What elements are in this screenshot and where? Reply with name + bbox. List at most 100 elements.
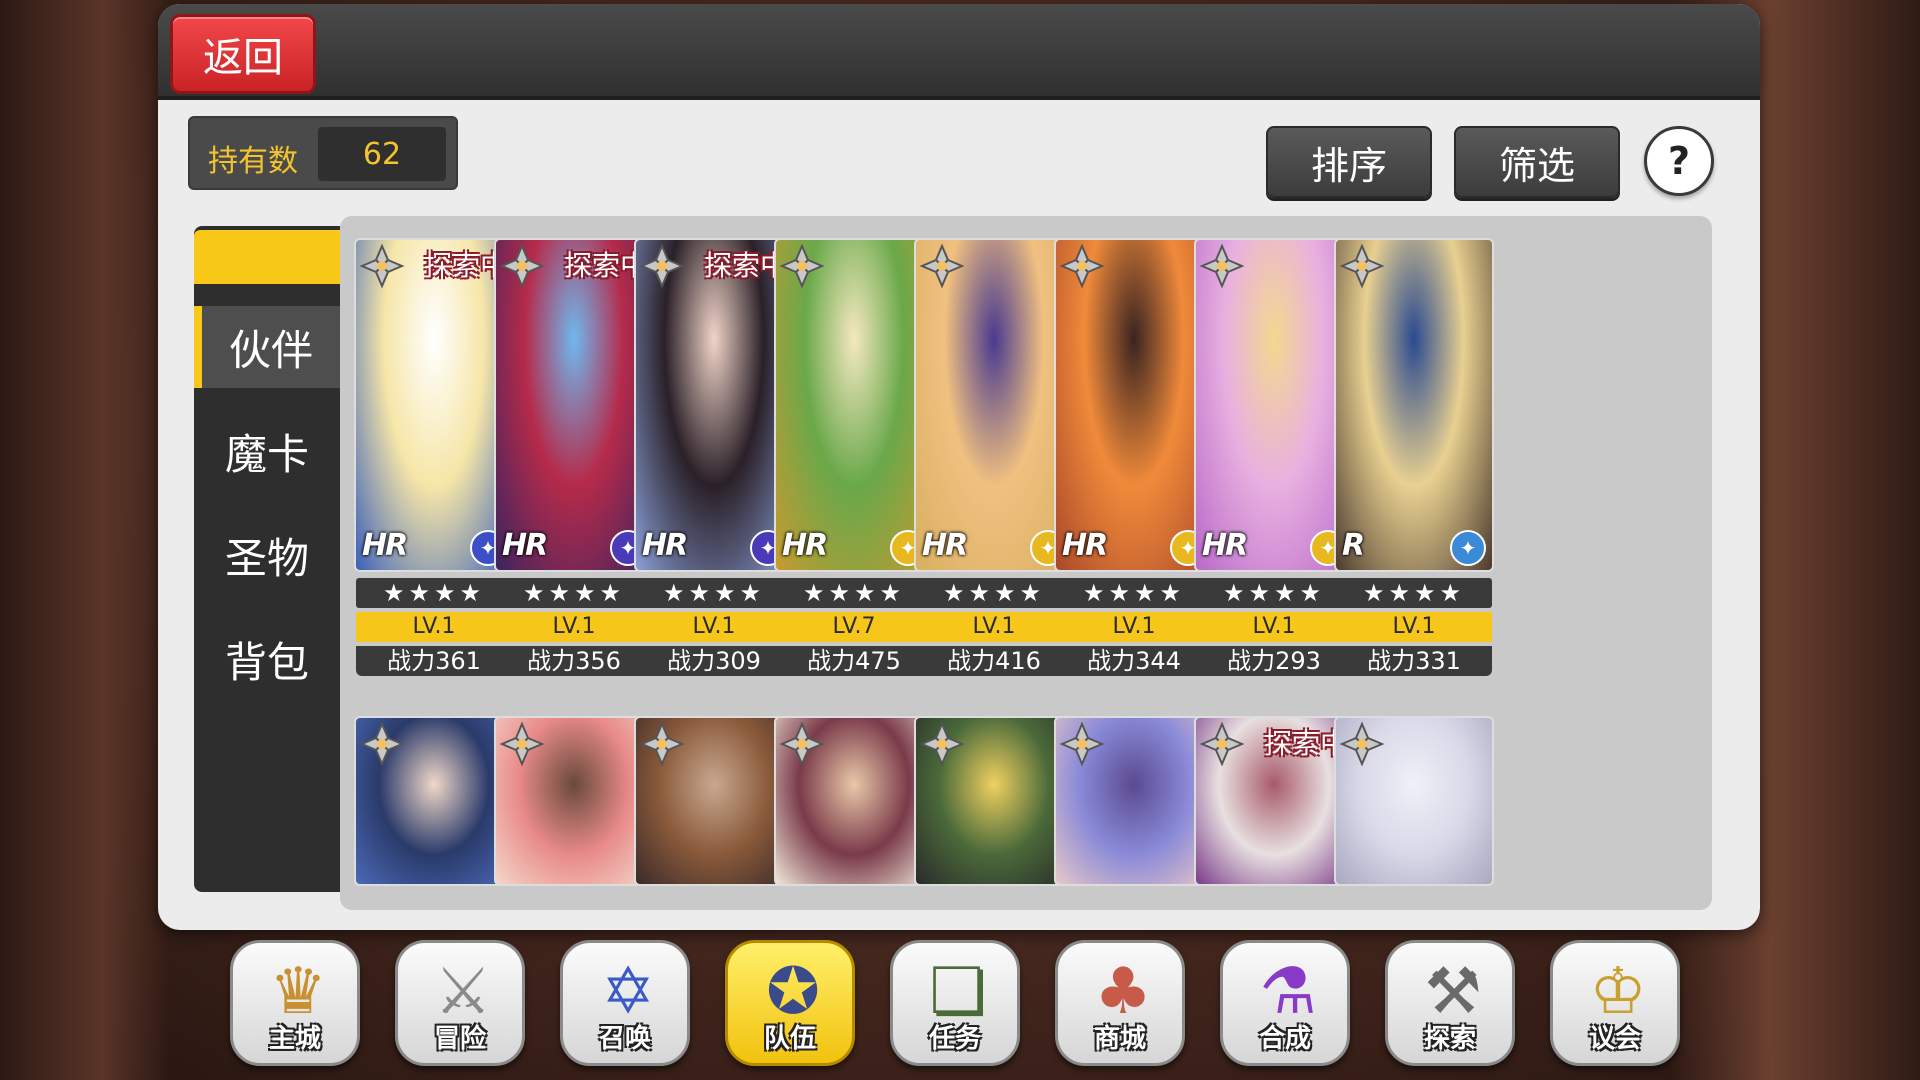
level-label: LV.1 xyxy=(1336,612,1492,642)
element-icon xyxy=(1058,242,1106,290)
category-tab-backpack[interactable]: 背包 xyxy=(194,618,340,700)
character-card[interactable] xyxy=(354,716,514,886)
character-portrait: 探索中 HR ✦ xyxy=(354,238,514,572)
element-icon xyxy=(778,720,826,768)
star-rating: ★★★★ xyxy=(776,578,932,608)
character-grid: 探索中 HR ✦ ★★★★ LV.1 战力361 探索中 HR ✦ ★★★★ LV.1 战力356 探索… xyxy=(340,216,1712,910)
star-rating: ★★★★ xyxy=(636,578,792,608)
element-icon xyxy=(778,242,826,290)
level-label: LV.7 xyxy=(776,612,932,642)
element-icon xyxy=(358,242,406,290)
nav-button-potion-flask[interactable]: ⚗ 合成 xyxy=(1220,940,1350,1066)
element-icon xyxy=(638,720,686,768)
character-card[interactable]: HR ✦ ★★★★ LV.1 战力416 xyxy=(914,238,1074,678)
character-portrait xyxy=(354,716,514,886)
nav-label: 冒险 xyxy=(433,1024,486,1054)
element-icon xyxy=(1338,242,1386,290)
power-label: 战力309 xyxy=(636,646,792,676)
help-button[interactable]: ? xyxy=(1644,126,1714,196)
level-label: LV.1 xyxy=(916,612,1072,642)
character-card[interactable]: 探索中 HR ✦ ★★★★ LV.1 战力309 xyxy=(634,238,794,678)
rarity-label: HR xyxy=(1202,528,1248,563)
category-tab-partners[interactable]: 伙伴 xyxy=(194,306,340,388)
character-card[interactable] xyxy=(1334,716,1494,886)
element-icon xyxy=(918,720,966,768)
level-label: LV.1 xyxy=(636,612,792,642)
element-icon xyxy=(358,720,406,768)
nav-button-winged-emblem[interactable]: ✪ 队伍 xyxy=(725,940,855,1066)
nav-label: 议会 xyxy=(1588,1024,1641,1054)
character-card[interactable]: R ✦ ★★★★ LV.1 战力331 xyxy=(1334,238,1494,678)
character-card[interactable] xyxy=(494,716,654,886)
character-portrait: HR ✦ xyxy=(774,238,934,572)
party-panel: 返回 持有数 62 排序 筛选 ? 伙伴 魔卡 圣物 背包 探索中 HR ✦ ★★★★… xyxy=(158,4,1760,930)
character-portrait xyxy=(774,716,934,886)
power-label: 战力475 xyxy=(776,646,932,676)
nav-label: 商城 xyxy=(1093,1024,1146,1054)
nav-button-shop-tree[interactable]: ♣ 商城 xyxy=(1055,940,1185,1066)
nav-button-castle-crown[interactable]: ♛ 主城 xyxy=(230,940,360,1066)
rarity-label: HR xyxy=(922,528,968,563)
rarity-label: R xyxy=(1342,528,1365,563)
nav-button-summon-card[interactable]: ✡ 召唤 xyxy=(560,940,690,1066)
power-label: 战力361 xyxy=(356,646,512,676)
character-portrait: HR ✦ xyxy=(1194,238,1354,572)
nav-label: 合成 xyxy=(1258,1024,1311,1054)
character-portrait: HR ✦ xyxy=(914,238,1074,572)
character-card[interactable] xyxy=(914,716,1074,886)
element-icon xyxy=(638,242,686,290)
star-rating: ★★★★ xyxy=(356,578,512,608)
character-card[interactable]: HR ✦ ★★★★ LV.1 战力293 xyxy=(1194,238,1354,678)
character-card[interactable] xyxy=(634,716,794,886)
element-icon xyxy=(1338,720,1386,768)
power-label: 战力331 xyxy=(1336,646,1492,676)
sword-icon: ✦ xyxy=(1450,530,1486,566)
rarity-label: HR xyxy=(642,528,688,563)
power-label: 战力293 xyxy=(1196,646,1352,676)
owned-count-box: 持有数 62 xyxy=(188,116,458,190)
nav-label: 队伍 xyxy=(763,1024,816,1054)
nav-button-crossed-swords[interactable]: ⚔ 冒险 xyxy=(395,940,525,1066)
character-portrait xyxy=(494,716,654,886)
rarity-label: HR xyxy=(502,528,548,563)
character-portrait: R ✦ xyxy=(1334,238,1494,572)
element-icon xyxy=(498,242,546,290)
category-tab-magic-cards[interactable]: 魔卡 xyxy=(194,410,340,492)
character-card[interactable]: HR ✦ ★★★★ LV.1 战力344 xyxy=(1054,238,1214,678)
character-portrait xyxy=(634,716,794,886)
power-label: 战力344 xyxy=(1056,646,1212,676)
character-portrait: 探索中 HR ✦ xyxy=(494,238,654,572)
power-label: 战力356 xyxy=(496,646,652,676)
character-card[interactable] xyxy=(774,716,934,886)
element-icon xyxy=(1198,720,1246,768)
character-card[interactable]: 探索中 xyxy=(1194,716,1354,886)
star-rating: ★★★★ xyxy=(496,578,652,608)
level-label: LV.1 xyxy=(496,612,652,642)
character-card[interactable]: 探索中 HR ✦ ★★★★ LV.1 战力356 xyxy=(494,238,654,678)
star-rating: ★★★★ xyxy=(1056,578,1212,608)
character-portrait xyxy=(1334,716,1494,886)
owned-count-value: 62 xyxy=(318,127,446,181)
nav-button-quest-book[interactable]: ❏ 任务 xyxy=(890,940,1020,1066)
level-label: LV.1 xyxy=(1196,612,1352,642)
nav-button-shovel[interactable]: ⚒ 探索 xyxy=(1385,940,1515,1066)
element-icon xyxy=(1058,720,1106,768)
character-card[interactable]: HR ✦ ★★★★ LV.7 战力475 xyxy=(774,238,934,678)
star-rating: ★★★★ xyxy=(916,578,1072,608)
filter-button[interactable]: 筛选 xyxy=(1454,126,1620,198)
nav-label: 探索 xyxy=(1423,1024,1476,1054)
character-card[interactable] xyxy=(1054,716,1214,886)
nav-button-council-crest[interactable]: ♔ 议会 xyxy=(1550,940,1680,1066)
star-rating: ★★★★ xyxy=(1336,578,1492,608)
character-card[interactable]: 探索中 HR ✦ ★★★★ LV.1 战力361 xyxy=(354,238,514,678)
category-tab-relics[interactable]: 圣物 xyxy=(194,514,340,596)
back-button[interactable]: 返回 xyxy=(170,14,316,94)
sort-button[interactable]: 排序 xyxy=(1266,126,1432,198)
character-portrait xyxy=(1054,716,1214,886)
rarity-label: HR xyxy=(1062,528,1108,563)
power-label: 战力416 xyxy=(916,646,1072,676)
rarity-label: HR xyxy=(782,528,828,563)
level-label: LV.1 xyxy=(1056,612,1212,642)
nav-label: 主城 xyxy=(268,1024,321,1054)
level-label: LV.1 xyxy=(356,612,512,642)
